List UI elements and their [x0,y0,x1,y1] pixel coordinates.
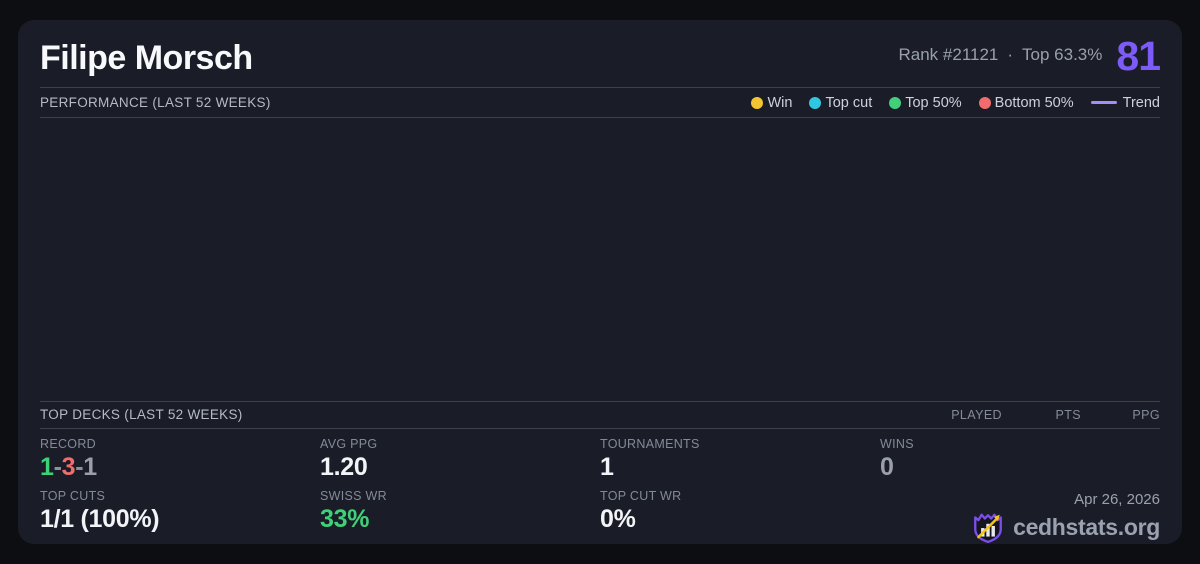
record-separator-1: - [53,453,62,481]
stat-wins: WINS 0 [880,437,1160,489]
stat-wins-label: WINS [880,437,914,451]
top-percent-text: Top 63.3% [1022,44,1103,64]
stat-top-cuts-value: 1/1 (100%) [40,505,160,533]
stats-grid: RECORD 1-3-1 AVG PPG 1.20 TOURNAMENTS 1 … [40,429,1160,544]
record-losses: 3 [61,453,76,481]
legend-item-top50: Top 50% [889,94,962,111]
brand-text: cedhstats.org [1013,513,1160,540]
top-decks-section-title: TOP DECKS (LAST 52 WEEKS) [40,407,243,423]
column-header-played: PLAYED [951,407,1002,422]
stat-tournaments-label: TOURNAMENTS [600,437,700,451]
win-dot-icon [751,96,764,109]
stat-avg-ppg: AVG PPG 1.20 [320,437,600,489]
stat-top-cuts: TOP CUTS 1/1 (100%) [40,489,320,544]
legend-item-bottom50: Bottom 50% [978,94,1074,111]
top50-dot-icon [889,96,902,109]
trend-line-icon [1090,101,1117,105]
stat-wins-value: 0 [880,453,894,481]
column-header-ppg: PPG [1132,407,1160,422]
stat-tournaments: TOURNAMENTS 1 [600,437,880,489]
top-decks-header-row: TOP DECKS (LAST 52 WEEKS) PLAYED PTS PPG [40,402,1160,428]
stat-swiss-wr-value: 33% [320,505,370,533]
rank-line: Rank #21121 · Top 63.3% [899,45,1103,69]
column-header-pts: PTS [1055,407,1081,422]
stat-avg-ppg-value: 1.20 [320,453,368,481]
stat-tournaments-value: 1 [600,453,614,481]
stat-top-cuts-label: TOP CUTS [40,489,106,503]
bottom50-dot-icon [978,96,991,109]
legend-label-trend: Trend [1122,94,1160,111]
player-name: Filipe Morsch [40,38,253,77]
legend-label-bottom50: Bottom 50% [994,94,1074,111]
stat-record-label: RECORD [40,437,96,451]
legend-label-topcut: Top cut [825,94,873,111]
player-score: 81 [1116,33,1161,79]
topcut-dot-icon [809,96,822,109]
brand-row[interactable]: cedhstats.org [971,510,1160,544]
legend-label-top50: Top 50% [905,94,962,111]
legend-label-win: Win [767,94,793,111]
header-right: Rank #21121 · Top 63.3% 81 [899,36,1161,77]
rank-text: Rank #21121 [898,44,999,64]
stat-swiss-wr: SWISS WR 33% [320,489,600,544]
legend-item-win: Win [751,95,792,111]
chart-legend: Win Top cut Top 50% Bottom 50% Trend [751,95,1160,111]
stat-top-cut-wr-value: 0% [600,505,636,533]
report-date: Apr 26, 2026 [1074,491,1160,508]
performance-chart-area [40,118,1160,400]
stat-record: RECORD 1-3-1 [40,437,320,489]
performance-section-title: PERFORMANCE (LAST 52 WEEKS) [40,95,271,111]
player-stats-card: Filipe Morsch Rank #21121 · Top 63.3% 81… [18,20,1182,544]
top-decks-columns: PLAYED PTS PPG [882,408,1160,422]
stat-record-value: 1-3-1 [40,453,320,482]
legend-item-trend: Trend [1090,94,1160,111]
performance-section-head: PERFORMANCE (LAST 52 WEEKS) Win Top cut … [40,88,1160,117]
rank-separator-dot: · [1007,44,1014,64]
legend-item-topcut: Top cut [809,95,872,111]
stat-top-cut-wr-label: TOP CUT WR [600,489,682,503]
cedhstats-logo-icon [974,513,1002,544]
footer-meta: Apr 26, 2026 cedhstats.org [880,489,1160,544]
record-wins: 1 [40,453,54,481]
stat-avg-ppg-label: AVG PPG [320,437,378,451]
card-header: Filipe Morsch Rank #21121 · Top 63.3% 81 [40,20,1161,87]
stat-top-cut-wr: TOP CUT WR 0% [600,489,880,544]
record-draws: 1 [83,453,97,481]
stat-swiss-wr-label: SWISS WR [320,489,387,503]
